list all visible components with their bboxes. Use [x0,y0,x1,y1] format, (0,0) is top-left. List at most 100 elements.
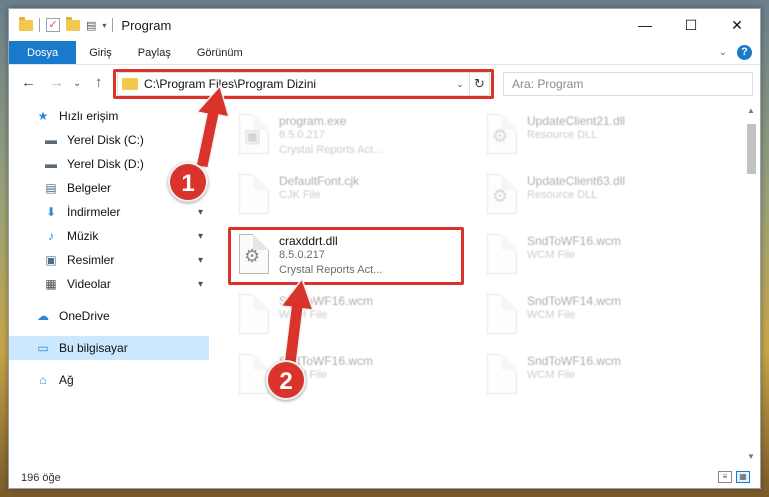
file-name: UpdateClient21.dll [527,114,626,128]
music-icon: ♪ [48,229,54,243]
file-type: Resource DLL [527,129,598,141]
tiles-view-icon[interactable]: ▦ [736,471,750,483]
customize-icon[interactable]: ▤ [86,19,96,32]
pin-icon[interactable]: ▾ [198,207,203,218]
navigation-pane: ★ Hızlı erişim ▬ Yerel Disk (C:) ▬ Yerel… [9,104,209,464]
vertical-scrollbar[interactable]: ▲ ▼ [744,104,758,464]
file-description: Crystal Reports Act... [279,144,383,156]
file-item[interactable]: ⚙ UpdateClient63.dll Resource DLL [481,172,721,228]
file-name: SndToWF14.wcm [527,294,622,308]
tab-share[interactable]: Paylaş [125,41,184,64]
tab-home[interactable]: Giriş [76,41,125,64]
sidebar-item-label: Müzik [67,229,99,243]
sidebar-item-label: Bu bilgisayar [59,341,128,355]
dll-file-icon: ⚙ [481,112,521,160]
drive-icon: ▬ [45,157,57,171]
sidebar-item-disk-c[interactable]: ▬ Yerel Disk (C:) [9,128,209,152]
divider [112,18,114,32]
file-item[interactable]: SndToWF16.wcmWCM File [481,352,721,408]
file-item[interactable]: ⚙ UpdateClient21.dll Resource DLL [481,112,721,168]
sidebar-item-label: Ağ [59,373,74,387]
sidebar-item-music[interactable]: ♪ Müzik ▾ [9,224,209,248]
sidebar-item-label: Yerel Disk (C:) [67,133,144,147]
chevron-down-icon[interactable]: ▾ [102,21,106,30]
file-highlight-box [228,227,464,285]
sidebar-item-label: İndirmeler [67,205,121,219]
cloud-icon: ☁ [37,309,49,323]
pin-icon[interactable]: ▾ [198,255,203,266]
properties-check-icon[interactable]: ✓ [46,18,60,32]
address-row: ← → ⌄ ↑ C:\Program Files\Program Dizini … [9,69,760,99]
file-type: CJK File [279,189,321,201]
star-icon: ★ [37,109,49,123]
minimize-button[interactable]: — [622,9,668,41]
sidebar-item-videos[interactable]: ▦ Videolar ▾ [9,272,209,296]
forward-arrow-icon[interactable]: → [49,74,64,91]
title-bar: ✓ ▤ ▾ Program — ☐ ✕ [9,9,760,41]
folder-icon [19,16,33,31]
details-view-icon[interactable]: ≡ [718,471,732,483]
sidebar-item-label: Videolar [67,277,111,291]
sidebar-item-label: Belgeler [67,181,112,195]
scroll-thumb[interactable] [747,124,756,174]
maximize-button[interactable]: ☐ [668,9,714,41]
sidebar-item-label: Hızlı erişim [59,109,119,123]
file-icon [481,352,521,400]
file-icon [233,172,273,220]
file-type: WCM File [527,309,576,321]
sidebar-item-network[interactable]: ⌂ Ağ [9,368,209,392]
file-icon [481,292,521,340]
up-arrow-icon[interactable]: ↑ [95,74,103,91]
recent-locations-icon[interactable]: ⌄ [73,78,81,89]
file-item[interactable]: DefaultFont.cjk CJK File [233,172,473,228]
file-name: SndToWF16.wcm [527,354,622,368]
item-count: 196 öğe [21,472,61,484]
file-name: program.exe [279,114,347,128]
back-arrow-icon[interactable]: ← [21,74,36,91]
dll-file-icon: ⚙ [481,172,521,220]
sidebar-item-label: Resimler [67,253,115,267]
videos-icon: ▦ [45,277,57,291]
tab-file[interactable]: Dosya [9,41,77,64]
status-bar: 196 öğe ≡ ▦ [9,467,760,489]
file-icon [233,292,273,340]
sidebar-item-label: OneDrive [59,309,110,323]
network-icon: ⌂ [39,373,47,387]
file-item[interactable]: SndToWF16.wcmWCM File [481,232,721,288]
file-name: SndToWF16.wcm [527,234,622,248]
expand-ribbon-icon[interactable]: ⌄ [719,47,727,58]
drive-icon: ▬ [45,133,57,147]
scroll-down-icon[interactable]: ▼ [744,450,758,464]
file-item[interactable]: SndToWF16.wcmWCM File [233,292,473,348]
computer-icon: ▭ [37,341,49,355]
file-name: UpdateClient63.dll [527,174,626,188]
ribbon-tabs: Dosya Giriş Paylaş Görünüm ⌄ ? [9,41,760,65]
sidebar-item-pictures[interactable]: ▣ Resimler ▾ [9,248,209,272]
file-type: WCM File [279,309,328,321]
file-item[interactable]: SndToWF14.wcm WCM File [481,292,721,348]
view-buttons: ≡ ▦ [718,471,750,483]
sidebar-item-this-pc[interactable]: ▭ Bu bilgisayar [9,336,209,360]
pin-icon[interactable]: ▾ [198,279,203,290]
tab-view[interactable]: Görünüm [184,41,256,64]
scroll-up-icon[interactable]: ▲ [744,104,758,118]
new-folder-icon[interactable] [66,16,80,31]
window-controls: — ☐ ✕ [622,9,760,41]
quick-access-toolbar: ✓ ▤ ▾ [9,16,114,32]
help-icon[interactable]: ? [737,45,752,60]
file-name: SndToWF16.wcm [279,294,374,308]
sidebar-item-downloads[interactable]: ⬇ İndirmeler ▾ [9,200,209,224]
sidebar-item-quick-access[interactable]: ★ Hızlı erişim [9,104,209,128]
close-button[interactable]: ✕ [714,9,760,41]
pictures-icon: ▣ [45,253,57,267]
download-icon: ⬇ [45,205,57,219]
file-version: 8.5.0.217 [279,129,325,141]
file-item[interactable]: ▣ program.exe 8.5.0.217 Crystal Reports Ac… [233,112,473,168]
sidebar-item-onedrive[interactable]: ☁ OneDrive [9,304,209,328]
address-highlight-box [113,69,494,99]
search-input[interactable]: Ara: Program [503,72,753,96]
pin-icon[interactable]: ▾ [198,231,203,242]
